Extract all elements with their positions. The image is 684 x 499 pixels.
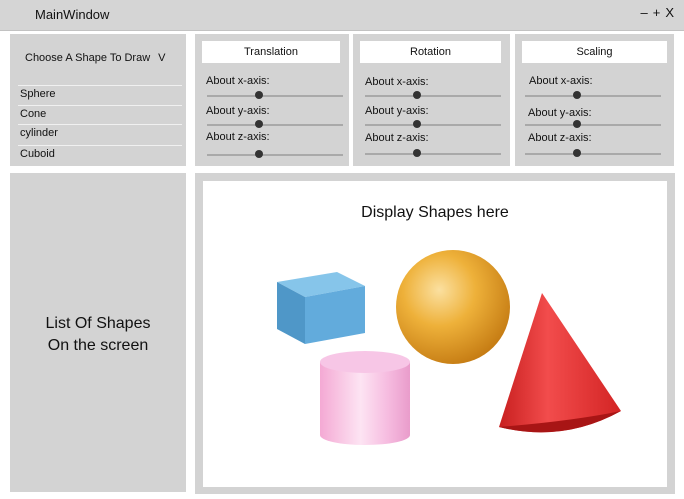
rotation-z-slider[interactable] bbox=[365, 149, 501, 159]
scaling-z-label: About z-axis: bbox=[528, 132, 592, 144]
chevron-down-icon: V bbox=[158, 52, 166, 64]
shapes-canvas bbox=[277, 250, 621, 445]
scaling-panel: Scaling About x-axis: About y-axis: Abou… bbox=[515, 34, 674, 166]
cylinder-shape[interactable] bbox=[320, 351, 410, 445]
shape-list-panel: List Of Shapes On the screen bbox=[10, 173, 186, 492]
shape-dropdown[interactable]: Choose A Shape To Draw V bbox=[25, 52, 166, 64]
close-button[interactable]: X bbox=[665, 5, 674, 20]
slider-thumb[interactable] bbox=[412, 149, 421, 157]
translation-title: Translation bbox=[202, 41, 340, 63]
translation-y-label: About y-axis: bbox=[206, 105, 270, 117]
slider-thumb[interactable] bbox=[254, 150, 263, 158]
scaling-title: Scaling bbox=[522, 41, 667, 63]
sphere-shape[interactable] bbox=[396, 250, 510, 364]
scaling-x-label: About x-axis: bbox=[529, 75, 593, 87]
shape-dropdown-label: Choose A Shape To Draw bbox=[25, 52, 151, 64]
shape-option-cylinder[interactable]: cylinder bbox=[18, 124, 182, 142]
translation-x-slider[interactable] bbox=[207, 91, 343, 101]
slider-thumb[interactable] bbox=[572, 149, 581, 157]
rotation-y-label: About y-axis: bbox=[365, 105, 429, 117]
translation-z-label: About z-axis: bbox=[206, 131, 270, 143]
shape-chooser-panel: Choose A Shape To Draw V Sphere Cone cyli… bbox=[10, 34, 186, 166]
rotation-z-label: About z-axis: bbox=[365, 132, 429, 144]
title-bar: MainWindow – + X bbox=[0, 0, 684, 31]
shape-option-sphere[interactable]: Sphere bbox=[18, 85, 182, 103]
window-controls: – + X bbox=[641, 5, 675, 20]
maximize-button[interactable]: + bbox=[653, 5, 661, 20]
cuboid-shape[interactable] bbox=[277, 272, 365, 344]
shape-option-cuboid[interactable]: Cuboid bbox=[18, 145, 182, 163]
rotation-x-label: About x-axis: bbox=[365, 76, 429, 88]
slider-thumb[interactable] bbox=[412, 91, 421, 99]
scaling-y-slider[interactable] bbox=[525, 120, 661, 130]
slider-thumb[interactable] bbox=[412, 120, 421, 128]
window-title: MainWindow bbox=[35, 7, 110, 22]
scaling-y-label: About y-axis: bbox=[528, 107, 592, 119]
rotation-x-slider[interactable] bbox=[365, 91, 501, 101]
translation-x-label: About x-axis: bbox=[206, 75, 270, 87]
display-canvas[interactable]: Display Shapes here bbox=[203, 181, 667, 487]
slider-thumb[interactable] bbox=[254, 120, 263, 128]
scaling-x-slider[interactable] bbox=[525, 91, 661, 101]
cone-shape[interactable] bbox=[499, 293, 621, 433]
rotation-panel: Rotation About x-axis: About y-axis: Abo… bbox=[353, 34, 510, 166]
slider-thumb[interactable] bbox=[254, 91, 263, 99]
slider-thumb[interactable] bbox=[572, 120, 581, 128]
translation-y-slider[interactable] bbox=[207, 120, 343, 130]
rotation-y-slider[interactable] bbox=[365, 120, 501, 130]
slider-thumb[interactable] bbox=[572, 91, 581, 99]
scaling-z-slider[interactable] bbox=[525, 149, 661, 159]
rotation-title: Rotation bbox=[360, 41, 501, 63]
shape-list-placeholder: List Of Shapes On the screen bbox=[45, 315, 151, 354]
minimize-button[interactable]: – bbox=[641, 5, 648, 20]
translation-panel: Translation About x-axis: About y-axis: … bbox=[195, 34, 349, 166]
shape-option-cone[interactable]: Cone bbox=[18, 105, 182, 123]
translation-z-slider[interactable] bbox=[207, 150, 343, 160]
